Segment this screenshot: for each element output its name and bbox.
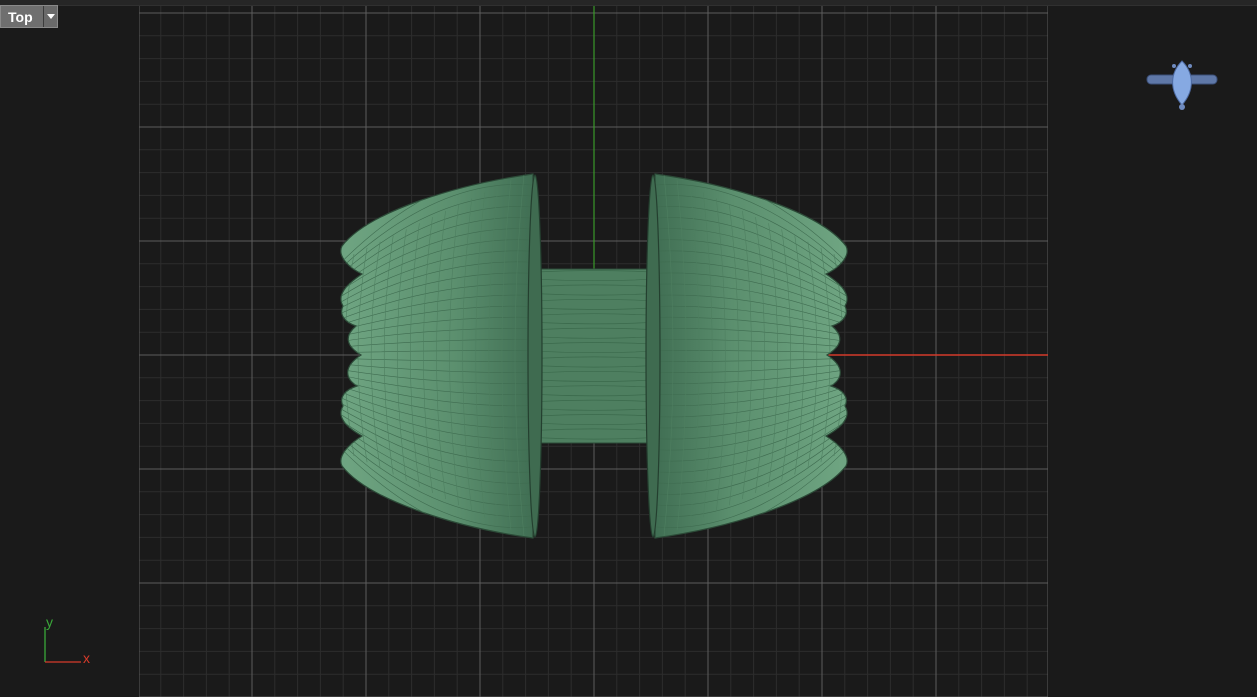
y-axis-label: y <box>46 614 53 630</box>
ring-left-shank <box>340 173 534 539</box>
viewport-title-tab[interactable]: Top <box>0 5 58 28</box>
ring-left-rim <box>527 174 543 538</box>
x-axis-label: x <box>83 650 90 666</box>
ring-right-rim <box>645 174 661 538</box>
ring-preview-icon[interactable] <box>1145 58 1219 112</box>
ring-right-shank <box>654 173 848 539</box>
construction-grid[interactable] <box>139 6 1048 697</box>
viewport-name: Top <box>8 8 33 25</box>
chevron-down-icon[interactable] <box>43 6 57 27</box>
world-axes-indicator: y x <box>36 612 106 672</box>
